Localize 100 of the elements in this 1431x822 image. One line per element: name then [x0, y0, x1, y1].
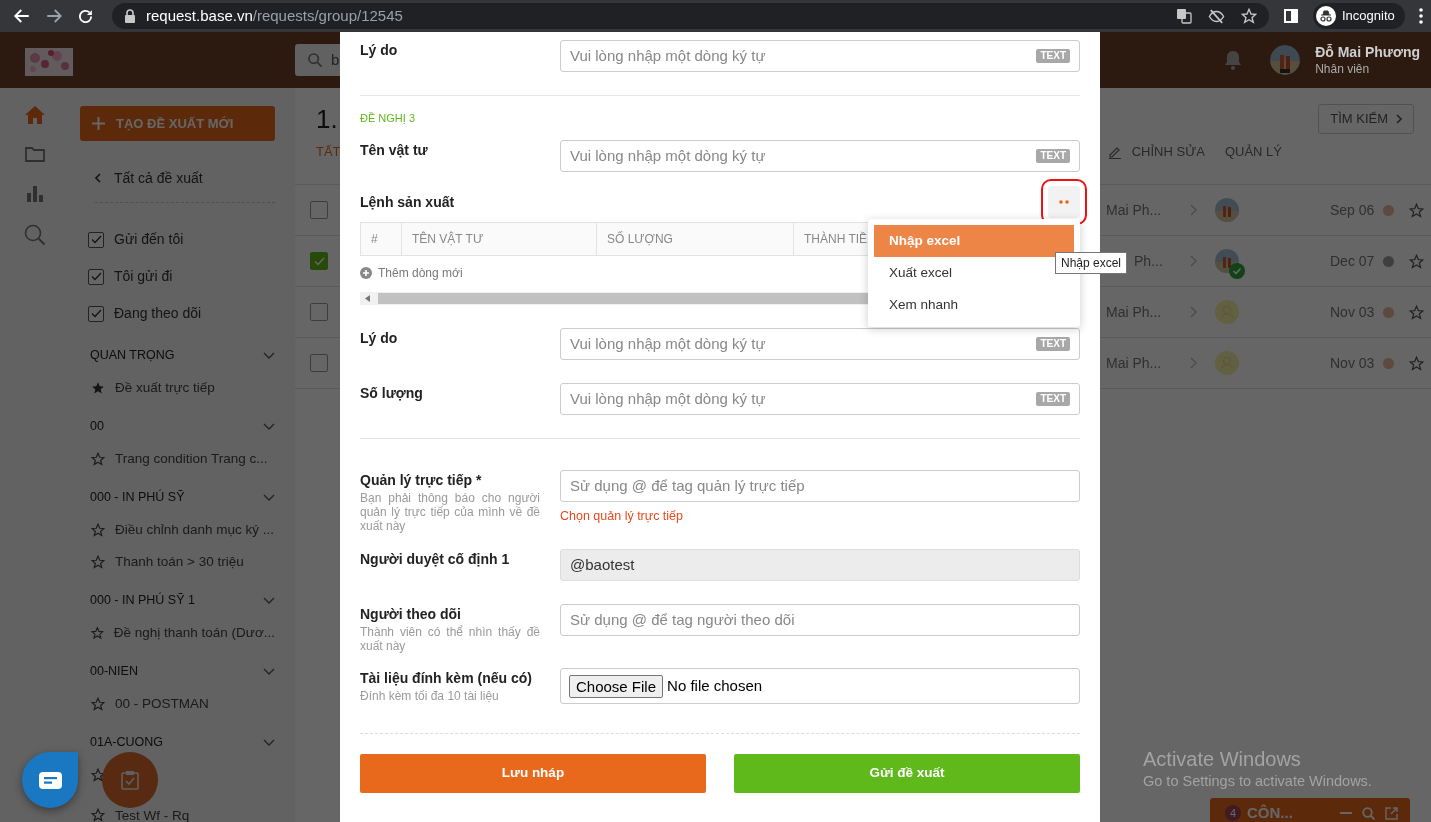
- text-input[interactable]: Vui lòng nhập một dòng ký tự TEXT: [560, 328, 1080, 360]
- page-title: 1.: [316, 102, 338, 136]
- chevron-down-icon[interactable]: [263, 596, 275, 604]
- text-input[interactable]: Sử dụng @ để tag người theo dõi: [560, 604, 1080, 636]
- create-request-button[interactable]: TẠO ĐỀ XUẤT MỚI: [80, 106, 275, 141]
- filter-label[interactable]: Gửi đến tôi: [114, 229, 184, 250]
- star-icon[interactable]: [91, 626, 104, 640]
- group-title[interactable]: 01A-CUONG: [90, 732, 163, 752]
- folder-icon[interactable]: [25, 146, 45, 162]
- sidebar-item[interactable]: Test Wf - Rq: [115, 809, 190, 822]
- text-input[interactable]: Vui lòng nhập một dòng ký tự TEXT: [560, 140, 1080, 172]
- address-bar[interactable]: request.base.vn/requests/group/12545: [112, 3, 1269, 29]
- file-status: No file chosen: [667, 675, 763, 696]
- clipboard-check-icon: [121, 770, 139, 790]
- back-icon[interactable]: [13, 7, 31, 25]
- field-hint: Bạn phải thông báo cho người quản lý trực tiếp của mình về đề xuất này: [360, 491, 540, 533]
- star-icon[interactable]: [91, 697, 105, 711]
- chevron-down-icon[interactable]: [263, 351, 275, 359]
- more-menu-icon[interactable]: [1418, 8, 1423, 24]
- filter-label[interactable]: Tôi gửi đi: [114, 266, 173, 287]
- star-filled-icon[interactable]: [91, 381, 105, 395]
- home-icon[interactable]: [25, 105, 45, 124]
- group-title[interactable]: 00-NIEN: [90, 661, 138, 681]
- toolbar-action[interactable]: QUẢN LÝ: [1224, 142, 1282, 162]
- save-draft-button[interactable]: Lưu nháp: [360, 754, 706, 793]
- star-icon[interactable]: [1409, 202, 1424, 218]
- toolbar-action[interactable]: CHỈNH SỬA: [1107, 142, 1205, 162]
- field-hint: Đính kèm tối đa 10 tài liệu: [360, 689, 500, 703]
- back-link[interactable]: Tất cả đề xuất: [95, 170, 275, 186]
- eye-slash-icon[interactable]: [1208, 7, 1225, 25]
- side-panel-icon[interactable]: [1284, 9, 1298, 23]
- star-icon[interactable]: [91, 452, 105, 466]
- field-label: Người duyệt cố định 1: [360, 550, 511, 569]
- star-icon[interactable]: [1409, 253, 1424, 269]
- star-icon[interactable]: [91, 768, 105, 782]
- search-icon[interactable]: [1362, 806, 1375, 820]
- user-avatar-icon: [1215, 300, 1239, 324]
- chevron-down-icon[interactable]: [263, 667, 275, 675]
- section-heading: ĐỀ NGHỊ 3: [360, 111, 416, 125]
- readonly-field: @baotest: [560, 549, 1080, 581]
- text-input[interactable]: Sử dụng @ để tag quản lý trực tiếp: [560, 470, 1080, 502]
- group-title[interactable]: QUAN TRỌNG: [90, 345, 175, 365]
- external-link-icon: [1385, 806, 1398, 820]
- chat-icon: [38, 771, 62, 789]
- sidebar-item[interactable]: Thanh toán > 30 triệu: [115, 551, 244, 573]
- sidebar-item[interactable]: 00 - POSTMAN: [115, 693, 209, 715]
- sidebar-item[interactable]: Trang condition Trang c...: [115, 448, 268, 470]
- chevron-right-icon: [1190, 255, 1198, 267]
- star-icon[interactable]: [91, 808, 105, 822]
- chevron-right-icon: [1190, 204, 1198, 216]
- checkbox[interactable]: [310, 303, 328, 321]
- sidebar-item[interactable]: Đề nghị thanh toán (Dươ...: [113, 622, 275, 644]
- choose-file-button[interactable]: Choose File: [569, 674, 664, 698]
- user-role: Nhân viên: [1315, 61, 1371, 77]
- reload-icon[interactable]: [77, 7, 94, 25]
- filter-label[interactable]: Đang theo dõi: [114, 303, 202, 324]
- search-icon[interactable]: [24, 224, 46, 246]
- plus-circle-icon: [360, 267, 372, 279]
- field-label: Lý do: [360, 41, 399, 60]
- plus-icon: [92, 117, 105, 130]
- translate-icon[interactable]: [1176, 8, 1192, 24]
- menu-item[interactable]: Nhập excel: [874, 225, 1074, 257]
- chevron-right-icon: [1190, 357, 1198, 369]
- menu-item[interactable]: Xem nhanh: [874, 289, 1074, 321]
- star-icon[interactable]: [91, 555, 105, 569]
- checkbox[interactable]: [88, 231, 104, 248]
- chat-widget-bar[interactable]: 4 CÔN...: [1210, 798, 1410, 822]
- tab[interactable]: TẤT: [316, 142, 341, 168]
- star-icon[interactable]: [1409, 355, 1424, 371]
- chevron-down-icon[interactable]: [263, 422, 275, 430]
- check-icon: [90, 235, 102, 244]
- file-input[interactable]: Choose File No file chosen: [560, 668, 1080, 704]
- bell-icon[interactable]: [1224, 50, 1243, 70]
- checkbox[interactable]: [88, 268, 104, 285]
- group-title[interactable]: 000 - IN PHÚ SỸ: [90, 487, 185, 507]
- bar-chart-icon[interactable]: [27, 184, 43, 202]
- sidebar-item[interactable]: Đề xuất trực tiếp: [115, 377, 215, 399]
- field-type-badge: TEXT: [1036, 49, 1070, 63]
- checkbox[interactable]: [310, 252, 328, 270]
- checkbox[interactable]: [310, 201, 328, 219]
- chevron-down-icon[interactable]: [263, 738, 275, 746]
- profile-name: Incognito: [1342, 7, 1395, 26]
- star-icon[interactable]: [91, 523, 105, 537]
- checkbox[interactable]: [310, 354, 328, 372]
- text-input[interactable]: Vui lòng nhập một dòng ký tự TEXT: [560, 383, 1080, 415]
- checkbox[interactable]: [88, 305, 104, 322]
- sidebar-item[interactable]: Điều chỉnh danh mục ký ...: [115, 519, 275, 541]
- field-hint: Thành viên có thể nhìn thấy đề xuất này: [360, 625, 540, 653]
- submit-button[interactable]: Gửi đề xuất: [734, 754, 1080, 793]
- search-button[interactable]: TÌM KIẾM: [1318, 104, 1414, 134]
- group-title[interactable]: 000 - IN PHÚ SỸ 1: [90, 590, 195, 610]
- star-icon[interactable]: [1409, 304, 1424, 320]
- chevron-down-icon[interactable]: [263, 493, 275, 501]
- user-avatar-icon: [1215, 351, 1239, 375]
- forward-icon[interactable]: [45, 7, 63, 25]
- group-title[interactable]: 00: [90, 416, 104, 436]
- incognito-icon: [1316, 6, 1336, 26]
- column-header: SỐ LƯỢNG: [596, 223, 793, 255]
- profile-button[interactable]: Incognito: [1313, 3, 1405, 29]
- text-input[interactable]: Vui lòng nhập một dòng ký tự TEXT: [560, 40, 1080, 72]
